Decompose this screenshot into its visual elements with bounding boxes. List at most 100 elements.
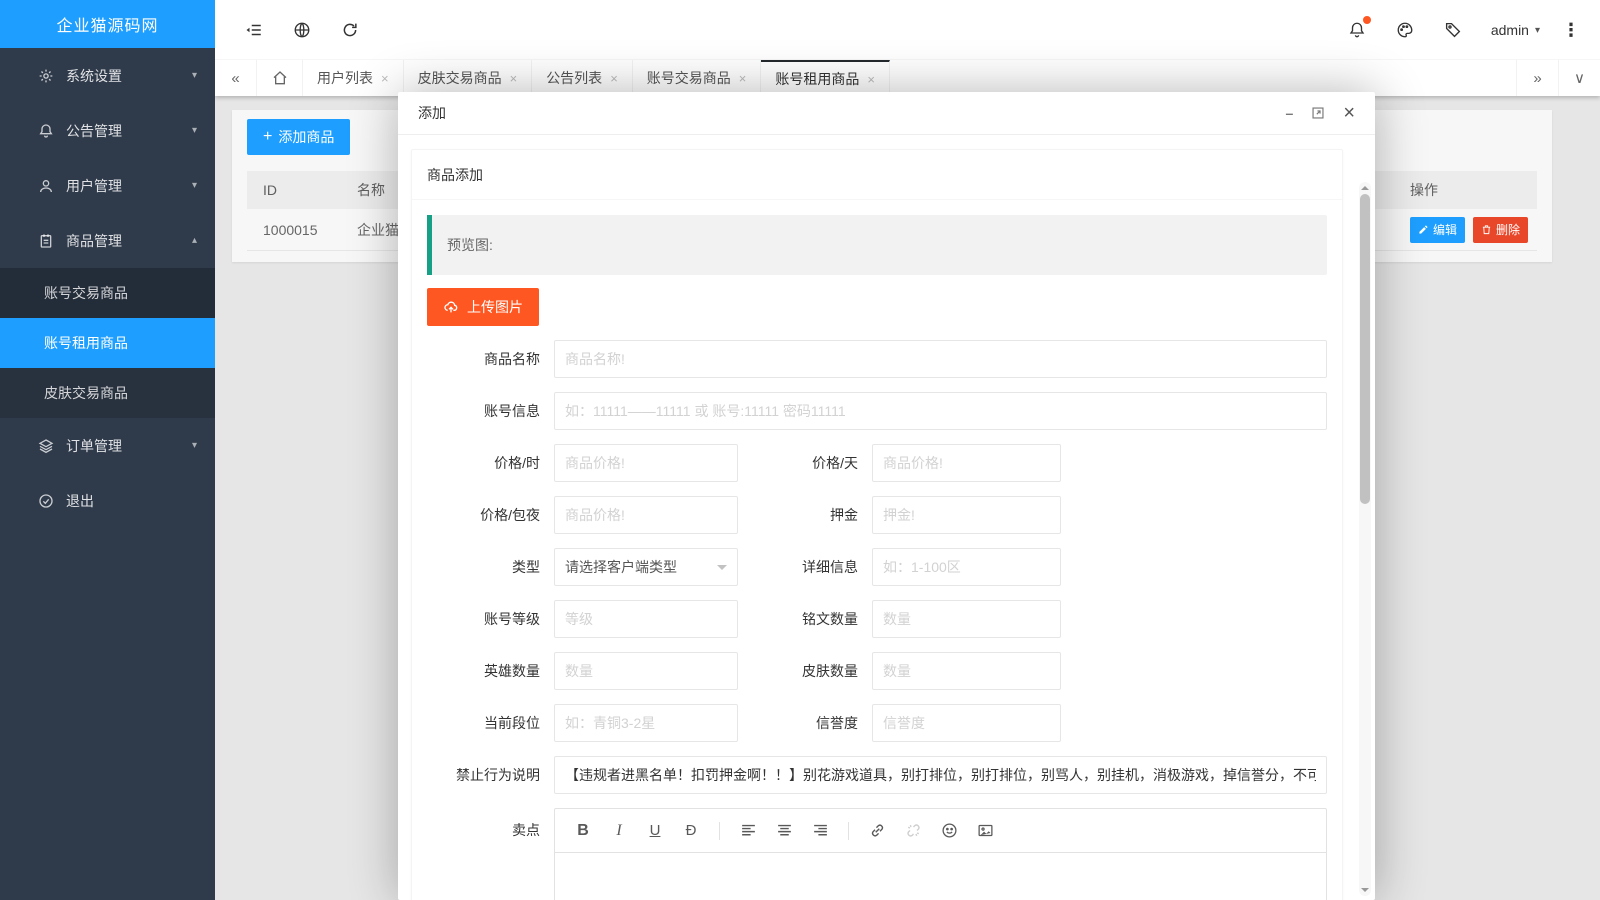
field-label: 英雄数量	[427, 661, 554, 681]
refresh-button[interactable]	[326, 0, 374, 60]
chevron-up-icon: ▴	[192, 235, 197, 246]
tab-label: 用户列表	[317, 68, 373, 88]
maximize-button[interactable]	[1311, 106, 1325, 120]
dialog-body: 商品添加 预览图: 上传图片 商品名称 账号信息	[398, 136, 1375, 900]
align-center-button[interactable]	[766, 809, 802, 853]
sidebar-item-skin-trade-goods[interactable]: 皮肤交易商品	[0, 368, 215, 418]
underline-button[interactable]: U	[637, 809, 673, 853]
insert-link-button[interactable]	[859, 809, 895, 853]
close-icon[interactable]: ×	[381, 71, 389, 86]
remove-link-button[interactable]	[895, 809, 931, 853]
field-label: 价格/天	[738, 453, 872, 473]
close-icon[interactable]: ×	[867, 72, 875, 87]
double-chevron-left-icon: «	[231, 70, 239, 87]
upload-image-button[interactable]: 上传图片	[427, 288, 539, 326]
delete-button[interactable]: 删除	[1473, 217, 1528, 243]
align-center-icon	[776, 822, 793, 839]
tabs-scroll-left-button[interactable]: «	[215, 60, 257, 96]
account-level-input[interactable]	[554, 600, 738, 638]
theme-button[interactable]	[1381, 0, 1429, 60]
chevron-down-icon: ▾	[192, 180, 197, 191]
sidebar-item-label: 订单管理	[66, 436, 192, 456]
current-rank-input[interactable]	[554, 704, 738, 742]
align-left-button[interactable]	[730, 809, 766, 853]
globe-icon	[293, 21, 311, 39]
tabs-scroll-right-button[interactable]: »	[1516, 60, 1558, 96]
tabs-dropdown-button[interactable]: ∨	[1558, 60, 1600, 96]
align-left-icon	[740, 822, 757, 839]
tab-account-trade-goods[interactable]: 账号交易商品 ×	[633, 60, 762, 96]
dialog-scrollbar[interactable]	[1359, 182, 1371, 896]
account-info-input[interactable]	[554, 392, 1327, 430]
strikethrough-button[interactable]: Đ	[673, 809, 709, 853]
sidebar-item-goods-management[interactable]: 商品管理 ▴	[0, 213, 215, 268]
site-home-button[interactable]	[278, 0, 326, 60]
collapse-sidebar-button[interactable]	[230, 0, 278, 60]
tab-user-list[interactable]: 用户列表 ×	[303, 60, 404, 96]
sidebar-item-account-rent-goods[interactable]: 账号租用商品	[0, 318, 215, 368]
align-right-button[interactable]	[802, 809, 838, 853]
forbidden-behavior-input[interactable]	[554, 756, 1327, 794]
form-row-price-hour-day: 价格/时 价格/天	[427, 444, 1327, 482]
credit-score-input[interactable]	[872, 704, 1061, 742]
collapse-sidebar-icon	[245, 21, 263, 39]
price-overnight-input[interactable]	[554, 496, 738, 534]
maximize-icon	[1311, 106, 1325, 120]
dialog-controls: – ×	[1286, 103, 1355, 123]
price-per-day-input[interactable]	[872, 444, 1061, 482]
goods-name-input[interactable]	[554, 340, 1327, 378]
add-goods-button[interactable]: + 添加商品	[247, 119, 350, 155]
sidebar-item-user-management[interactable]: 用户管理 ▾	[0, 158, 215, 213]
sidebar-subitem-label: 账号交易商品	[44, 283, 128, 303]
app-root: 企业猫源码网 系统设置 ▾ 公告管理 ▾ 用户管理 ▾	[0, 0, 1600, 900]
rich-text-editor: B I U Đ	[554, 808, 1327, 900]
deposit-input[interactable]	[872, 496, 1061, 534]
notifications-button[interactable]	[1333, 0, 1381, 60]
client-type-select[interactable]: 请选择客户端类型	[554, 548, 738, 586]
sidebar-item-system-settings[interactable]: 系统设置 ▾	[0, 48, 215, 103]
scrollbar-down-arrow-icon[interactable]	[1361, 888, 1369, 896]
notification-dot	[1363, 16, 1371, 24]
skin-count-input[interactable]	[872, 652, 1061, 690]
scrollbar-thumb[interactable]	[1360, 194, 1370, 504]
emoji-button[interactable]	[931, 809, 967, 853]
scrollbar-up-arrow-icon[interactable]	[1361, 182, 1369, 190]
admin-menu[interactable]: admin ▾	[1477, 0, 1554, 60]
detail-info-input[interactable]	[872, 548, 1061, 586]
tab-account-rent-goods[interactable]: 账号租用商品 ×	[761, 60, 890, 96]
sidebar-item-order-management[interactable]: 订单管理 ▾	[0, 418, 215, 473]
italic-button[interactable]: I	[601, 809, 637, 853]
insert-image-button[interactable]	[967, 809, 1003, 853]
tag-button[interactable]	[1429, 0, 1477, 60]
chevron-down-icon: ▾	[1535, 25, 1540, 36]
inscription-count-input[interactable]	[872, 600, 1061, 638]
field-label: 价格/包夜	[427, 505, 554, 525]
more-options-button[interactable]: ⋮	[1554, 20, 1588, 41]
bold-button[interactable]: B	[565, 809, 601, 853]
field-label: 押金	[738, 505, 872, 525]
price-per-hour-input[interactable]	[554, 444, 738, 482]
form-row-selling-point: 卖点 B I U Đ	[427, 808, 1327, 900]
close-icon[interactable]: ×	[739, 71, 747, 86]
sidebar-item-notice-management[interactable]: 公告管理 ▾	[0, 103, 215, 158]
form-row-forbidden: 禁止行为说明	[427, 756, 1327, 794]
minimize-button[interactable]: –	[1286, 105, 1294, 121]
tab-notice-list[interactable]: 公告列表 ×	[532, 60, 633, 96]
sidebar-item-logout[interactable]: 退出	[0, 473, 215, 528]
user-icon	[38, 178, 54, 194]
field-label: 卖点	[427, 808, 554, 852]
tab-skin-trade-goods[interactable]: 皮肤交易商品 ×	[404, 60, 533, 96]
tab-home[interactable]	[257, 60, 303, 96]
close-icon[interactable]: ×	[510, 71, 518, 86]
unlink-icon	[905, 822, 922, 839]
chevron-down-icon: ▾	[192, 125, 197, 136]
edit-button[interactable]: 编辑	[1410, 217, 1465, 243]
topbar: admin ▾ ⋮	[215, 0, 1600, 60]
edit-label: 编辑	[1433, 221, 1457, 238]
close-button[interactable]: ×	[1343, 103, 1355, 123]
hero-count-input[interactable]	[554, 652, 738, 690]
sidebar-item-account-trade-goods[interactable]: 账号交易商品	[0, 268, 215, 318]
field-label: 账号等级	[427, 609, 554, 629]
editor-content-area[interactable]	[555, 853, 1326, 900]
close-icon[interactable]: ×	[610, 71, 618, 86]
